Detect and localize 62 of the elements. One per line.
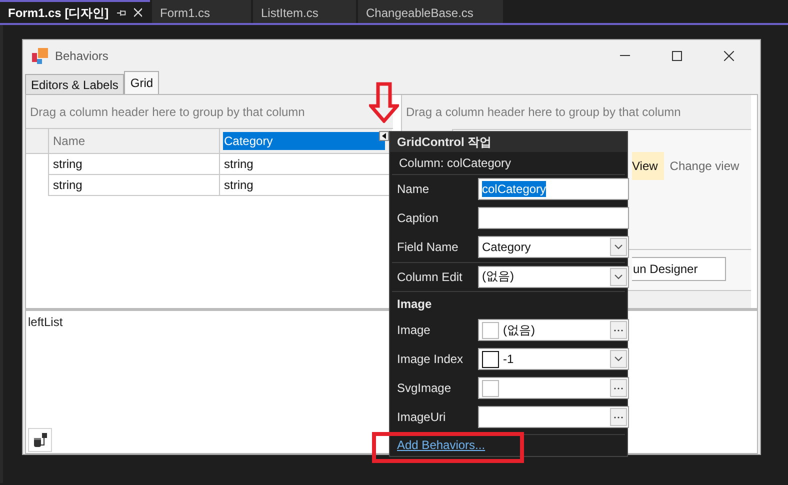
- property-label: ImageUri: [397, 410, 447, 424]
- view-label: View: [632, 152, 664, 180]
- component-icon: [32, 432, 48, 448]
- more-icon: [614, 328, 623, 332]
- pin-icon[interactable]: [116, 8, 126, 16]
- chevron-down-icon: [614, 244, 623, 250]
- dropdown-field[interactable]: -1: [478, 348, 629, 370]
- document-tab[interactable]: ListItem.cs: [253, 0, 356, 23]
- column-header[interactable]: Name: [48, 129, 219, 154]
- component-tray-button[interactable]: [28, 428, 52, 452]
- uri-field[interactable]: [478, 406, 629, 428]
- add-behaviors-link[interactable]: Add Behaviors...: [397, 438, 486, 452]
- maximize-icon[interactable]: [672, 50, 682, 60]
- panel-subtitle: Column: colCategory: [399, 156, 512, 170]
- run-designer-button[interactable]: un Designer: [632, 257, 726, 281]
- property-label: Name: [397, 182, 430, 196]
- chevron-down-icon: [614, 356, 623, 362]
- dropdown-button[interactable]: [610, 268, 627, 286]
- header-caption: Category: [223, 132, 385, 150]
- app-logo-icon: [31, 46, 49, 64]
- browse-button[interactable]: [610, 321, 627, 340]
- browse-button[interactable]: [610, 379, 627, 398]
- property-label: Image Index: [397, 352, 464, 366]
- property-label: SvgImage: [397, 381, 452, 396]
- property-label: Caption: [397, 211, 440, 226]
- property-label: Image: [397, 323, 432, 338]
- text-field[interactable]: colCategory: [478, 178, 629, 200]
- more-icon: [614, 416, 623, 419]
- browse-button[interactable]: [610, 408, 627, 426]
- column-header[interactable]: Category: [219, 129, 392, 154]
- group-panel-hint: Drag a column header here to group by that column: [406, 105, 681, 119]
- chevron-down-icon: [614, 274, 623, 280]
- property-label: Column Edit: [397, 270, 464, 284]
- form-tab[interactable]: Editors & Labels: [25, 74, 124, 94]
- group-panel-hint: Drag a column header here to group by that column: [30, 104, 305, 118]
- image-picker-field[interactable]: [478, 377, 629, 400]
- close-icon[interactable]: [724, 50, 734, 60]
- window-title: Behaviors: [55, 48, 110, 62]
- dropdown-field[interactable]: Category: [478, 236, 629, 258]
- table-cell: string: [48, 175, 219, 196]
- image-swatch: [482, 380, 499, 397]
- document-tab[interactable]: Form1.cs: [152, 0, 251, 23]
- property-label: Image: [397, 296, 433, 311]
- dropdown-button[interactable]: [610, 238, 627, 256]
- image-swatch: [482, 350, 499, 368]
- property-label: Field Name: [397, 240, 460, 254]
- dropdown-button[interactable]: [610, 350, 627, 368]
- change-view-link[interactable]: Change view: [670, 159, 740, 173]
- document-tab[interactable]: ChangeableBase.cs: [358, 0, 503, 23]
- caret-left-icon: [382, 133, 386, 139]
- header-caption: Name: [52, 133, 86, 150]
- down-arrow-annotation: [369, 82, 399, 123]
- smart-tag-button[interactable]: [379, 131, 389, 141]
- image-swatch: [482, 322, 499, 339]
- more-icon: [614, 386, 623, 390]
- component-label: leftList: [28, 315, 64, 329]
- form-tab[interactable]: Grid: [124, 71, 160, 94]
- table-cell: string: [48, 154, 219, 175]
- image-picker-field[interactable]: (없음): [478, 319, 629, 342]
- dropdown-field[interactable]: (없음): [478, 266, 629, 288]
- text-field[interactable]: [478, 207, 629, 230]
- panel-title: GridControl 작업: [397, 134, 492, 151]
